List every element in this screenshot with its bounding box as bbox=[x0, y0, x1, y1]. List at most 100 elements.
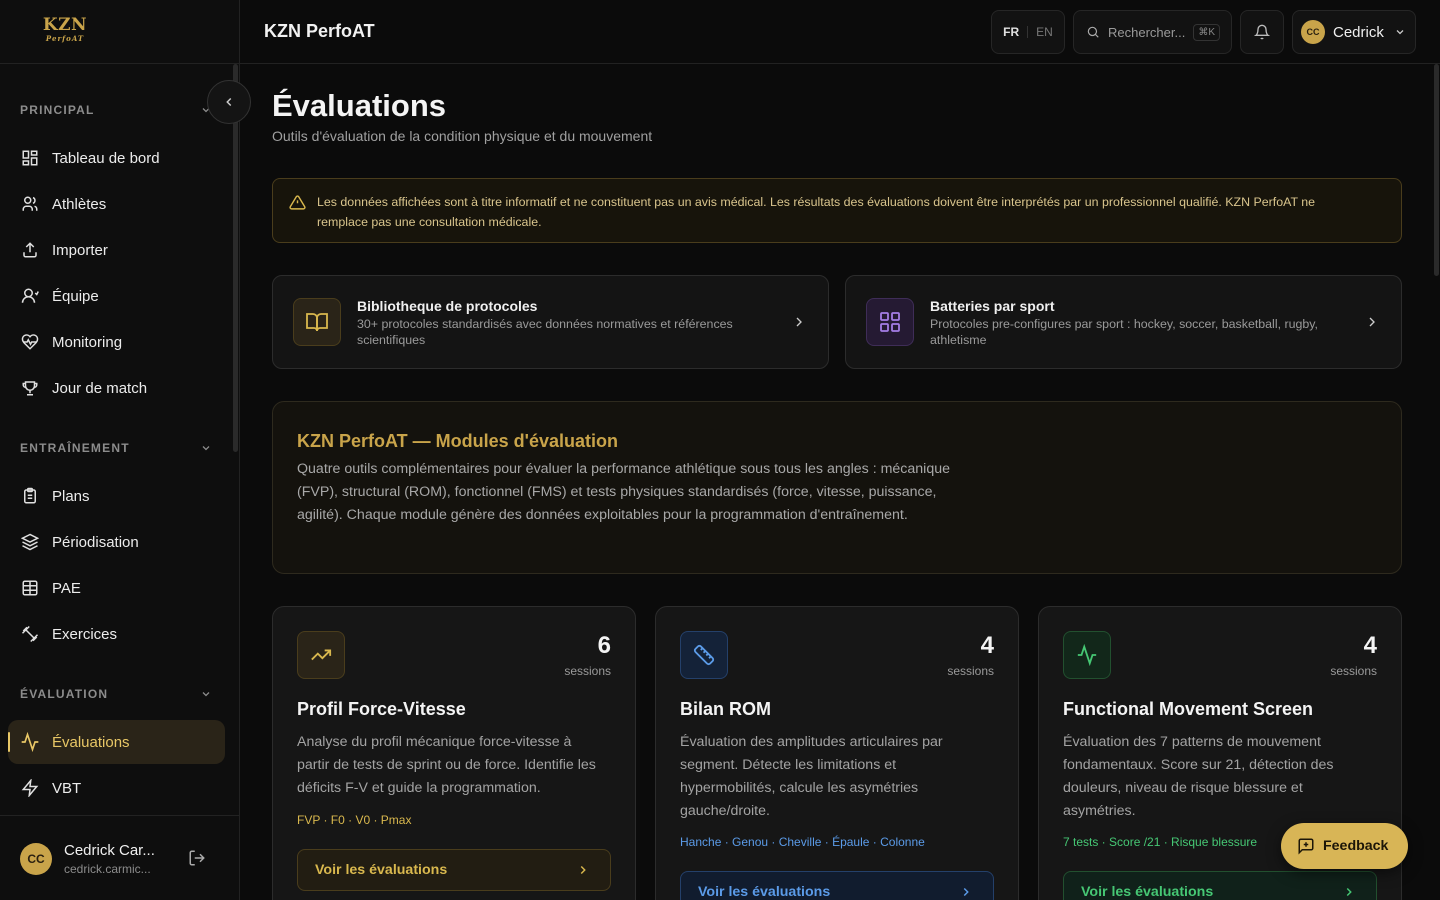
search-placeholder: Rechercher... bbox=[1108, 24, 1186, 40]
sidebar-item-team[interactable]: Équipe bbox=[8, 274, 225, 318]
avatar[interactable]: CC bbox=[20, 843, 52, 875]
feedback-label: Feedback bbox=[1323, 838, 1389, 854]
search-shortcut: ⌘K bbox=[1193, 23, 1220, 41]
sidebar-item-label: Équipe bbox=[52, 287, 99, 305]
brand-logo[interactable]: KZN PerfoAT bbox=[38, 16, 92, 46]
chevron-right-icon bbox=[1342, 885, 1356, 899]
message-icon bbox=[1297, 837, 1315, 855]
module-card-rom: 4 sessions Bilan ROM Évaluation des ampl… bbox=[655, 606, 1019, 900]
user-icon bbox=[20, 286, 40, 306]
sidebar-item-label: Monitoring bbox=[52, 333, 123, 351]
module-card-fvp: 6 sessions Profil Force-Vitesse Analyse … bbox=[272, 606, 636, 900]
intro-text: Quatre outils complémentaires pour évalu… bbox=[297, 461, 950, 523]
protocol-library-card[interactable]: Bibliotheque de protocoles 30+ protocole… bbox=[272, 275, 829, 369]
search-icon bbox=[1086, 25, 1100, 39]
sidebar-item-vbt[interactable]: VBT bbox=[8, 766, 225, 810]
session-unit: sessions bbox=[947, 664, 994, 678]
sidebar-item-plans[interactable]: Plans bbox=[8, 474, 225, 518]
session-count: 4 bbox=[1363, 632, 1377, 659]
notifications-button[interactable] bbox=[1240, 10, 1284, 54]
sidebar-item-label: Évaluations bbox=[52, 733, 130, 751]
module-tags: 7 tests · Score /21 · Risque blessure bbox=[1063, 835, 1258, 849]
view-evaluations-button[interactable]: Voir les évaluations bbox=[1063, 871, 1377, 900]
medical-disclaimer: Les données affichées sont à titre infor… bbox=[272, 178, 1402, 243]
activity-icon bbox=[1063, 631, 1111, 679]
feedback-button[interactable]: Feedback bbox=[1281, 823, 1408, 869]
sidebar-item-label: Athlètes bbox=[52, 195, 107, 213]
user-menu-name: Cedrick bbox=[1333, 23, 1384, 41]
sidebar-item-label: Plans bbox=[52, 487, 90, 505]
sidebar-item-evaluations[interactable]: Évaluations bbox=[8, 720, 225, 764]
sidebar-item-periodisation[interactable]: Périodisation bbox=[8, 520, 225, 564]
chevron-down-icon[interactable] bbox=[200, 442, 212, 454]
modules-intro: KZN PerfoAT — Modules d'évaluation Quatr… bbox=[272, 401, 1402, 574]
book-icon bbox=[293, 298, 341, 346]
button-label: Voir les évaluations bbox=[1081, 884, 1214, 900]
sidebar-item-label: PAE bbox=[52, 579, 81, 597]
main-content: Évaluations Outils d'évaluation de la co… bbox=[240, 64, 1433, 900]
zap-icon bbox=[20, 778, 40, 798]
divider bbox=[1027, 26, 1029, 38]
sidebar-item-match-day[interactable]: Jour de match bbox=[8, 366, 225, 410]
card-description: Protocoles pre-configures par sport : ho… bbox=[930, 317, 1318, 347]
chevron-down-icon[interactable] bbox=[200, 688, 212, 700]
table-icon bbox=[20, 578, 40, 598]
section-label-principal: PRINCIPAL bbox=[20, 103, 95, 117]
bell-icon bbox=[1254, 24, 1270, 40]
view-evaluations-button[interactable]: Voir les évaluations bbox=[297, 849, 611, 891]
button-label: Voir les évaluations bbox=[698, 884, 831, 900]
search-input[interactable]: Rechercher... ⌘K bbox=[1073, 10, 1232, 54]
users-icon bbox=[20, 194, 40, 214]
user-name: Cedrick Car... bbox=[64, 842, 155, 859]
chevron-right-icon bbox=[791, 314, 807, 330]
topbar: KZN PerfoAT FR EN Rechercher... ⌘K CC Ce… bbox=[240, 0, 1440, 64]
heart-pulse-icon bbox=[20, 332, 40, 352]
user-email: cedrick.carmic... bbox=[64, 862, 151, 876]
button-label: Voir les évaluations bbox=[315, 862, 448, 878]
chevron-left-icon bbox=[222, 95, 236, 109]
sidebar-item-label: Importer bbox=[52, 241, 108, 259]
sidebar-item-import[interactable]: Importer bbox=[8, 228, 225, 272]
card-title: Bibliotheque de protocoles bbox=[357, 298, 538, 314]
lang-en[interactable]: EN bbox=[1036, 25, 1053, 39]
view-evaluations-button[interactable]: Voir les évaluations bbox=[680, 871, 994, 900]
chevron-right-icon bbox=[1364, 314, 1380, 330]
module-tags: Hanche · Genou · Cheville · Épaule · Col… bbox=[680, 835, 925, 849]
app-title: KZN PerfoAT bbox=[264, 21, 375, 41]
sidebar-item-label: Tableau de bord bbox=[52, 149, 160, 167]
module-description: Analyse du profil mécanique force-vitess… bbox=[297, 734, 596, 796]
disclaimer-text: Les données affichées sont à titre infor… bbox=[317, 195, 1316, 229]
clipboard-icon bbox=[20, 486, 40, 506]
sidebar-item-dashboard[interactable]: Tableau de bord bbox=[8, 136, 225, 180]
trophy-icon bbox=[20, 378, 40, 398]
section-label-evaluation: ÉVALUATION bbox=[20, 687, 109, 701]
ruler-icon bbox=[680, 631, 728, 679]
sport-batteries-card[interactable]: Batteries par sport Protocoles pre-confi… bbox=[845, 275, 1402, 369]
session-count: 4 bbox=[980, 632, 994, 659]
sidebar-item-monitoring[interactable]: Monitoring bbox=[8, 320, 225, 364]
user-menu-button[interactable]: CC Cedrick bbox=[1292, 10, 1416, 54]
sidebar-item-label: Périodisation bbox=[52, 533, 139, 551]
card-description: 30+ protocoles standardisés avec données… bbox=[357, 317, 733, 347]
upload-icon bbox=[20, 240, 40, 260]
section-label-training: ENTRAÎNEMENT bbox=[20, 441, 130, 455]
sidebar-item-exercises[interactable]: Exercices bbox=[8, 612, 225, 656]
logout-icon[interactable] bbox=[188, 849, 206, 867]
sidebar-item-pae[interactable]: PAE bbox=[8, 566, 225, 610]
sidebar-item-athletes[interactable]: Athlètes bbox=[8, 182, 225, 226]
grid-icon bbox=[866, 298, 914, 346]
avatar: CC bbox=[1301, 20, 1325, 44]
language-switcher[interactable]: FR EN bbox=[991, 10, 1065, 54]
page-scrollbar[interactable] bbox=[1434, 64, 1439, 276]
collapse-sidebar-button[interactable] bbox=[207, 80, 251, 124]
layers-icon bbox=[20, 532, 40, 552]
card-title: Batteries par sport bbox=[930, 298, 1055, 314]
trend-up-icon bbox=[297, 631, 345, 679]
sidebar-item-label: VBT bbox=[52, 779, 82, 797]
session-unit: sessions bbox=[1330, 664, 1377, 678]
lang-fr[interactable]: FR bbox=[1003, 25, 1019, 39]
sidebar-user: CC Cedrick Car... cedrick.carmic... bbox=[0, 815, 239, 900]
logo-sub: PerfoAT bbox=[45, 33, 85, 43]
module-description: Évaluation des amplitudes articulaires p… bbox=[680, 734, 943, 819]
module-description: Évaluation des 7 patterns de mouvement f… bbox=[1063, 734, 1334, 819]
